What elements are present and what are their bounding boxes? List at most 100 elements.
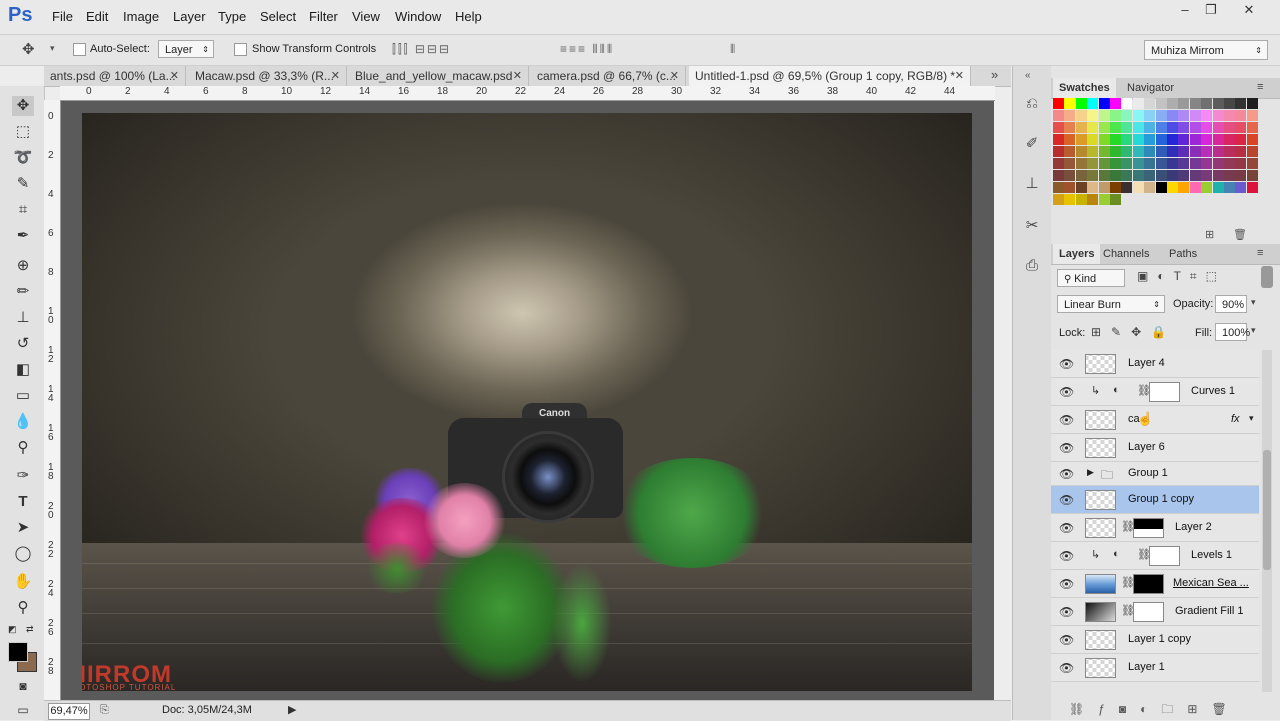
menu-edit[interactable]: Edit	[86, 9, 108, 24]
close-icon[interactable]: ✕	[170, 66, 179, 86]
layer-filter-icons[interactable]: ▣◐T⌗⬚	[1137, 269, 1226, 284]
color-swatch[interactable]	[1087, 122, 1099, 133]
clone-stamp-tool-icon[interactable]: ⊥	[12, 308, 34, 328]
color-swatch[interactable]	[1189, 182, 1201, 193]
color-swatch[interactable]	[1178, 98, 1190, 109]
close-icon[interactable]: ✕	[670, 66, 679, 86]
layer-action-icons[interactable]: ⛓ƒ◙◐🗀⊞🗑	[1069, 700, 1241, 721]
color-swatch[interactable]	[1246, 146, 1258, 157]
color-swatch[interactable]	[1110, 122, 1121, 133]
color-swatch[interactable]	[1053, 170, 1064, 181]
color-swatch[interactable]	[1053, 110, 1064, 121]
tool-presets-panel-icon[interactable]: ✂	[1022, 216, 1042, 236]
color-swatch[interactable]	[1167, 98, 1178, 109]
show-transform-checkbox[interactable]	[234, 43, 247, 56]
color-swatch[interactable]	[1087, 158, 1099, 169]
color-swatch[interactable]	[1201, 110, 1213, 121]
blend-mode-dropdown[interactable]: Linear Burn ⇕	[1057, 295, 1165, 313]
layer-row[interactable]: 👁 ▶ 🗀 Group 1	[1051, 462, 1259, 486]
maximize-button[interactable]: ❐	[1196, 2, 1226, 20]
color-swatch[interactable]	[1201, 122, 1213, 133]
tab-paths[interactable]: Paths	[1163, 244, 1203, 264]
color-swatch[interactable]	[1121, 134, 1133, 145]
color-swatch[interactable]	[1075, 122, 1087, 133]
color-swatch[interactable]	[1064, 134, 1076, 145]
color-swatch[interactable]	[1246, 122, 1258, 133]
auto-select-dropdown[interactable]: Layer ⇕	[158, 40, 214, 58]
visibility-eye-icon[interactable]: 👁	[1059, 661, 1074, 675]
color-swatch[interactable]	[1087, 182, 1099, 193]
color-swatch[interactable]	[1189, 122, 1201, 133]
tab-blue-and-yellow-macaw[interactable]: Blue_and_yellow_macaw.psd ✕	[349, 66, 529, 86]
layer-row[interactable]: 👁 Layer 1	[1051, 654, 1259, 682]
healing-brush-tool-icon[interactable]: ⊕	[12, 256, 34, 276]
auto-align-icon[interactable]: ⦀	[730, 42, 737, 57]
distribute-icons[interactable]: ≡≡≡ ⦀⦀⦀	[560, 42, 614, 57]
gradient-tool-icon[interactable]: ▭	[12, 386, 34, 406]
color-swatch[interactable]	[1212, 110, 1224, 121]
color-swatch[interactable]	[1201, 182, 1213, 193]
scrollbar-thumb[interactable]	[1263, 450, 1271, 570]
color-swatch[interactable]	[1189, 134, 1201, 145]
layer-row-selected[interactable]: 👁 Group 1 copy	[1051, 486, 1259, 514]
color-swatch[interactable]	[1075, 134, 1087, 145]
color-swatch[interactable]	[1178, 134, 1190, 145]
hand-tool-icon[interactable]: ✋	[12, 572, 34, 592]
color-swatch[interactable]	[1144, 110, 1156, 121]
color-swatch[interactable]	[1212, 98, 1224, 109]
color-swatch[interactable]	[1075, 194, 1087, 205]
color-swatch[interactable]	[1212, 170, 1224, 181]
color-swatch[interactable]	[1144, 146, 1156, 157]
eyedropper-tool-icon[interactable]: ✒	[12, 226, 34, 246]
color-swatch[interactable]	[1178, 122, 1190, 133]
pen-tool-icon[interactable]: ✑	[12, 466, 34, 486]
blur-tool-icon[interactable]: 💧	[12, 412, 34, 432]
foreground-color-swatch[interactable]	[8, 642, 28, 662]
zoom-level-field[interactable]: 69,47%	[48, 703, 90, 720]
color-swatch[interactable]	[1155, 146, 1167, 157]
color-swatch[interactable]	[1053, 182, 1064, 193]
color-swatch[interactable]	[1053, 158, 1064, 169]
move-tool-icon[interactable]: ✥	[22, 40, 35, 58]
color-swatch[interactable]	[1064, 158, 1076, 169]
color-swatch[interactable]	[1053, 194, 1064, 205]
visibility-eye-icon[interactable]: 👁	[1059, 413, 1074, 427]
brush-panel-icon[interactable]: ✐	[1022, 134, 1042, 154]
document-info-icon[interactable]: ⎘	[100, 704, 109, 717]
status-menu-arrow-icon[interactable]: ▶	[288, 703, 296, 716]
color-swatch[interactable]	[1235, 146, 1247, 157]
close-icon[interactable]: ✕	[513, 66, 522, 86]
color-swatch[interactable]	[1087, 110, 1099, 121]
color-swatch[interactable]	[1178, 146, 1190, 157]
fx-badge[interactable]: fx	[1231, 413, 1240, 425]
workspace-dropdown[interactable]: Muhiza Mirrom ⇕	[1144, 40, 1268, 60]
filter-toggle-switch[interactable]	[1261, 266, 1273, 288]
color-swatch[interactable]	[1201, 98, 1213, 109]
chevron-down-icon[interactable]: ▾	[1251, 325, 1256, 336]
swatch-grid[interactable]	[1053, 98, 1259, 218]
color-swatch[interactable]	[1235, 98, 1247, 109]
menu-type[interactable]: Type	[218, 9, 246, 24]
color-swatch[interactable]	[1110, 110, 1121, 121]
brush-tool-icon[interactable]: ✏	[12, 282, 34, 302]
color-swatch[interactable]	[1110, 158, 1121, 169]
ellipse-tool-icon[interactable]: ◯	[12, 544, 34, 564]
quick-selection-tool-icon[interactable]: ✎	[12, 174, 34, 194]
color-swatch[interactable]	[1132, 110, 1144, 121]
menu-layer[interactable]: Layer	[173, 9, 206, 24]
menu-file[interactable]: File	[52, 9, 73, 24]
color-swatch[interactable]	[1087, 134, 1099, 145]
color-swatch[interactable]	[1053, 134, 1064, 145]
visibility-eye-icon[interactable]: 👁	[1059, 633, 1074, 647]
crop-tool-icon[interactable]: ⌗	[12, 200, 34, 220]
layer-row[interactable]: 👁 ↳ ◐ ⛓ Levels 1	[1051, 542, 1259, 570]
color-swatch[interactable]	[1132, 158, 1144, 169]
color-swatch[interactable]	[1155, 170, 1167, 181]
color-swatch[interactable]	[1235, 110, 1247, 121]
layer-row[interactable]: 👁 Layer 6	[1051, 434, 1259, 462]
color-swatch[interactable]	[1121, 158, 1133, 169]
menu-filter[interactable]: Filter	[309, 9, 338, 24]
panel-menu-icon[interactable]: ≡	[1257, 247, 1263, 259]
color-swatch[interactable]	[1189, 98, 1201, 109]
chevron-down-icon[interactable]: ▾	[50, 43, 55, 54]
